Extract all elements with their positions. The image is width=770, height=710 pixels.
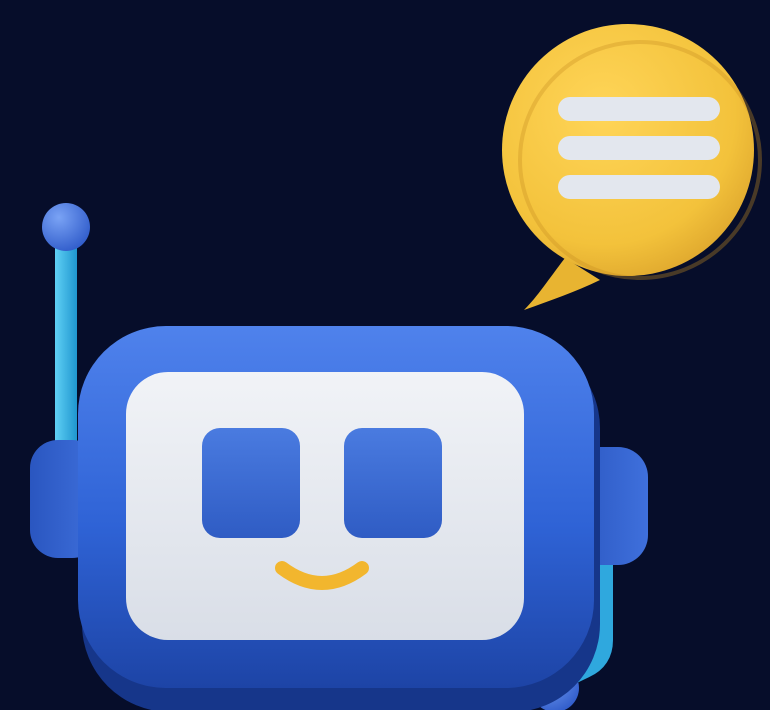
antenna-rod — [55, 232, 77, 452]
robot-face-screen — [126, 372, 524, 640]
bubble-line-3 — [558, 175, 720, 199]
right-eye — [344, 428, 442, 538]
bubble-line-2 — [558, 136, 720, 160]
bubble-line-1 — [558, 97, 720, 121]
robot-head-icon — [78, 326, 600, 710]
speech-bubble-icon — [502, 24, 762, 310]
antenna-ball — [42, 203, 90, 251]
left-eye — [202, 428, 300, 538]
robot-chatbot-illustration — [30, 24, 762, 710]
